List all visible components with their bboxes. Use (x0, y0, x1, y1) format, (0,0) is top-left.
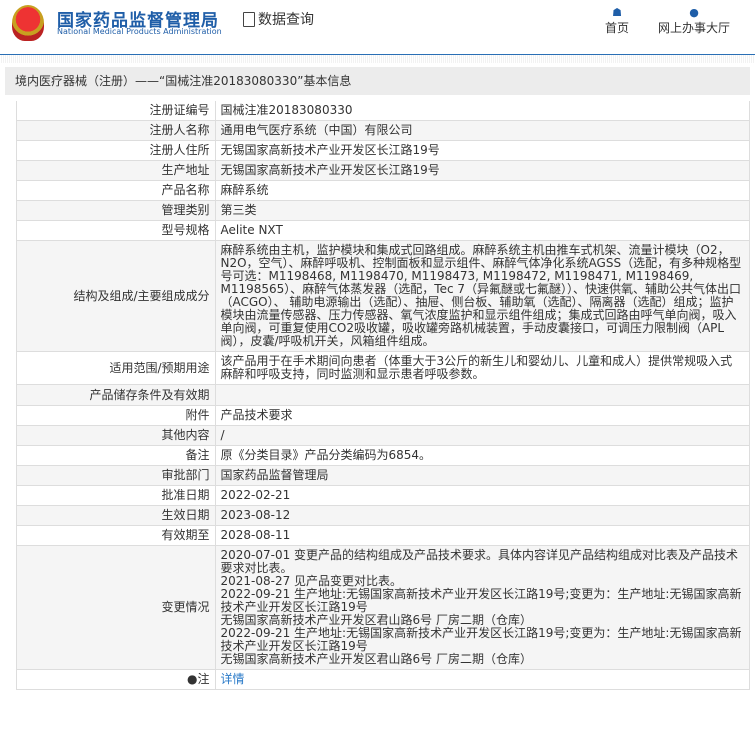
field-label: 适用范围/预期用途 (17, 351, 216, 385)
field-value: 2022-02-21 (215, 485, 749, 506)
field-label: 生产地址 (17, 160, 216, 181)
field-label: 批准日期 (17, 485, 216, 506)
field-label: 产品储存条件及有效期 (17, 384, 216, 406)
field-value: 国家药品监督管理局 (215, 465, 749, 486)
field-value: 2023-08-12 (215, 505, 749, 526)
field-value: 无锡国家高新技术产业开发区长江路19号 (215, 160, 749, 181)
table-row: 附件 产品技术要求 (17, 405, 749, 426)
table-row: 生产地址 无锡国家高新技术产业开发区长江路19号 (17, 160, 749, 181)
field-value (215, 384, 749, 406)
field-label: 型号规格 (17, 220, 216, 241)
field-label: 结构及组成/主要组成成分 (17, 240, 216, 352)
field-label: 变更情况 (17, 545, 216, 670)
field-label: 管理类别 (17, 200, 216, 221)
field-value: Aelite NXT (215, 220, 749, 241)
table-row: 注册人名称 通用电气医疗系统（中国）有限公司 (17, 120, 749, 141)
field-label: ●注 (17, 669, 216, 690)
nav-online-service-label: 网上办事大厅 (658, 21, 731, 35)
field-label: 审批部门 (17, 465, 216, 486)
table-row: 结构及组成/主要组成成分 麻醉系统由主机，监护模块和集成式回路组成。麻醉系统主机由… (17, 240, 749, 352)
field-value: 第三类 (215, 200, 749, 221)
field-value: 2028-08-11 (215, 525, 749, 546)
field-label: 有效期至 (17, 525, 216, 546)
field-value: 麻醉系统 (215, 180, 749, 201)
table-row: 注册人住所 无锡国家高新技术产业开发区长江路19号 (17, 140, 749, 161)
note-label: 注 (197, 672, 210, 686)
data-query-title[interactable]: 数据查询 (243, 9, 314, 29)
table-row: 其他内容 / (17, 425, 749, 446)
field-label: 注册人住所 (17, 140, 216, 161)
field-label: 附件 (17, 405, 216, 426)
table-row: 批准日期 2022-02-21 (17, 485, 749, 506)
site-header: 国家药品监督管理局 National Medical Products Admi… (0, 0, 755, 55)
changes-value: 2020-07-01 变更产品的结构组成及产品技术要求。具体内容详见产品结构组成… (215, 545, 749, 670)
field-value: 国械注准20183080330 (215, 101, 749, 121)
document-search-icon (243, 11, 255, 27)
field-value: 通用电气医疗系统（中国）有限公司 (215, 120, 749, 141)
change-line: 2022-09-21 生产地址:无锡国家高新技术产业开发区长江路19号;变更为：… (220, 626, 742, 653)
field-label: 其他内容 (17, 425, 216, 446)
table-row: 产品名称 麻醉系统 (17, 180, 749, 201)
change-line: 2020-07-01 变更产品的结构组成及产品技术要求。具体内容详见产品结构组成… (220, 548, 739, 575)
change-line: 2022-09-21 生产地址:无锡国家高新技术产业开发区长江路19号;变更为：… (220, 587, 742, 614)
table-row: 产品储存条件及有效期 (17, 384, 749, 406)
field-value: 该产品用于在手术期间向患者（体重大于3公斤的新生儿和婴幼儿、儿童和成人）提供常规… (215, 351, 749, 385)
divider-stripe (0, 55, 755, 63)
nav-home-label: 首页 (605, 21, 630, 35)
lightbulb-icon: ● (187, 672, 198, 686)
national-emblem-logo (12, 5, 44, 41)
field-value: 产品技术要求 (215, 405, 749, 426)
table-row: 审批部门 国家药品监督管理局 (17, 465, 749, 486)
field-label: 注册人名称 (17, 120, 216, 141)
details-link[interactable]: 详情 (221, 672, 245, 686)
table-row: 生效日期 2023-08-12 (17, 505, 749, 526)
field-value: 原《分类目录》产品分类编码为6854。 (215, 445, 749, 466)
nav-online-service[interactable]: ● 网上办事大厅 (658, 6, 730, 36)
table-row: 管理类别 第三类 (17, 200, 749, 221)
detail-table: 注册证编号 国械注准20183080330 注册人名称 通用电气医疗系统（中国）有限公… (16, 101, 750, 690)
field-value: 无锡国家高新技术产业开发区长江路19号 (215, 140, 749, 161)
field-value: / (215, 425, 749, 446)
nav-home[interactable]: ☗ 首页 (605, 6, 629, 36)
field-label: 注册证编号 (17, 101, 216, 121)
field-label: 生效日期 (17, 505, 216, 526)
table-row: 适用范围/预期用途 该产品用于在手术期间向患者（体重大于3公斤的新生儿和婴幼儿、儿… (17, 351, 749, 385)
table-row-note: ●注 详情 (17, 669, 749, 690)
table-row-changes: 变更情况 2020-07-01 变更产品的结构组成及产品技术要求。具体内容详见产品… (17, 545, 749, 670)
user-icon: ● (689, 6, 699, 19)
breadcrumb-text: 境内医疗器械（注册）——“国械注准20183080330”基本信息 (15, 74, 352, 88)
change-line: 无锡国家高新技术产业开发区君山路6号 厂房二期（仓库） (220, 652, 532, 666)
table-row: 型号规格 Aelite NXT (17, 220, 749, 241)
table-row: 注册证编号 国械注准20183080330 (17, 101, 749, 121)
field-label: 产品名称 (17, 180, 216, 201)
table-row: 有效期至 2028-08-11 (17, 525, 749, 546)
field-value: 麻醉系统由主机，监护模块和集成式回路组成。麻醉系统主机由推车式机架、流量计模块（… (215, 240, 749, 352)
field-label: 备注 (17, 445, 216, 466)
logo-subtitle: National Medical Products Administration (57, 27, 222, 36)
data-query-label: 数据查询 (258, 12, 314, 28)
breadcrumb: 境内医疗器械（注册）——“国械注准20183080330”基本信息 (5, 67, 750, 95)
home-icon: ☗ (612, 6, 622, 19)
table-row: 备注 原《分类目录》产品分类编码为6854。 (17, 445, 749, 466)
